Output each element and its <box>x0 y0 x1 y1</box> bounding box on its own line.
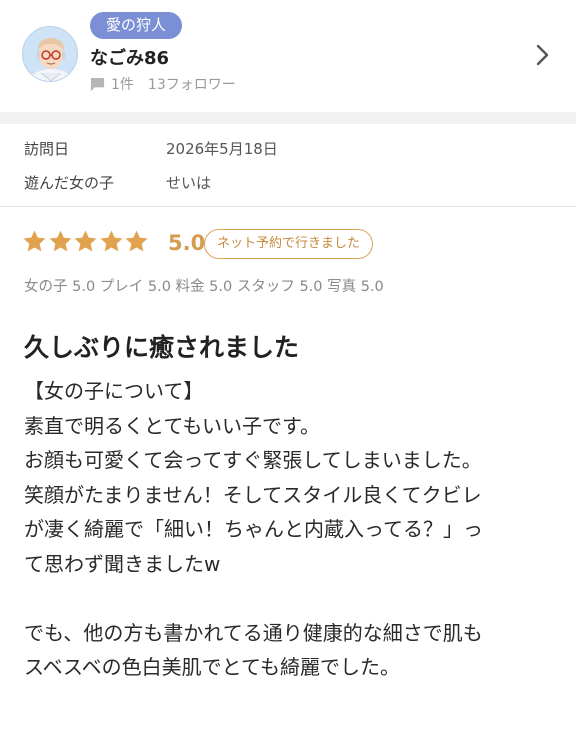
overall-score: 5.0 <box>168 231 206 255</box>
review-line: でも、他の方も書かれてる通り健康的な細さで肌も <box>24 620 483 645</box>
review-line: て思わず聞きましたw <box>24 551 221 576</box>
review-line <box>24 581 564 616</box>
review-line: 笑顔がたまりません！そしてスタイル良くてクビレ <box>24 482 482 507</box>
sub-scores: 女の子 5.0 プレイ 5.0 料金 5.0 スタッフ 5.0 写真 5.0 <box>24 279 384 295</box>
net-booking-badge: ネット予約で行きました <box>204 229 374 259</box>
review-line: スベスベの色白美肌でとても綺麗でした。 <box>24 655 400 679</box>
star-icon <box>23 230 46 252</box>
avatar[interactable] <box>22 26 78 82</box>
visit-date-label: 訪問日 <box>24 140 70 158</box>
star-icon <box>49 230 71 252</box>
star-icon <box>74 230 97 252</box>
review-line: 素直で明るくとてもいい子です。 <box>24 413 320 438</box>
visit-date-value: 2026年5月18日 <box>166 140 278 158</box>
profile-stats: 1件 13フォロワー <box>90 74 236 94</box>
review-line: お顔も可愛くて会ってすぐ緊張してしまいました。 <box>24 448 482 472</box>
section-separator <box>0 112 576 124</box>
follower-count: 13フォロワー <box>147 77 236 93</box>
star-icon <box>125 230 148 252</box>
rating-section: 5.0 ネット予約で行きました 女の子 5.0 プレイ 5.0 料金 5.0 ス… <box>0 207 576 307</box>
girl-value[interactable]: せいは <box>166 172 211 193</box>
title-badge: 愛の狩人 <box>90 12 183 39</box>
username[interactable]: なごみ86 <box>90 44 169 70</box>
girl-label: 遊んだ女の子 <box>24 174 115 192</box>
review-title: 久しぶりに癒されました <box>24 333 300 362</box>
review-count: 1件 <box>111 77 134 93</box>
visit-info: 訪問日 2026年5月18日 遊んだ女の子 せいは <box>0 124 576 206</box>
comment-icon <box>90 77 105 91</box>
review-line: が凄く綺麗で「細い！ちゃんと内蔵入ってる？」っ <box>24 517 483 541</box>
chevron-right-icon[interactable] <box>532 40 552 70</box>
review-line: 【女の子について】 <box>24 379 204 403</box>
star-rating <box>22 229 150 254</box>
star-icon <box>100 230 122 252</box>
reviewer-profile[interactable]: 愛の狩人 なごみ86 1件 13フォロワー <box>0 0 576 112</box>
review-body: 【女の子について】素直で明るくとてもいい子です。お顔も可愛くて会ってすぐ緊張して… <box>24 374 564 685</box>
